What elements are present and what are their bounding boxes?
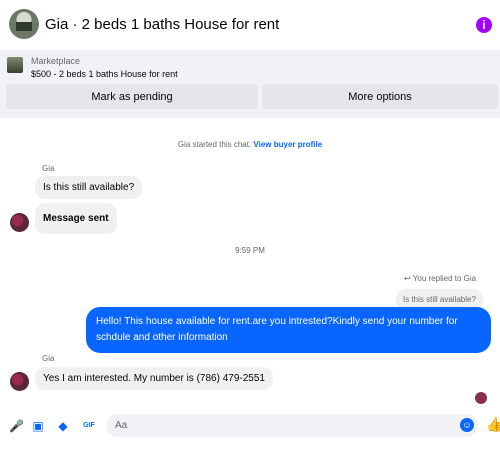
messenger-window: Gia · 2 beds 1 baths House for rent i Ma… (0, 0, 500, 460)
sender-name: Gia (42, 354, 55, 363)
message-sent-bubble: Message sent (35, 203, 117, 234)
marketplace-thumbnail (7, 57, 23, 73)
outgoing-line: Hello! This house available for rent.are… (96, 316, 458, 327)
listing-title: $500 - 2 beds 1 baths House for rent (31, 69, 178, 79)
gif-icon[interactable]: GIF (81, 419, 97, 433)
system-message: Gia started this chat. View buyer profil… (177, 140, 323, 149)
sender-name: Gia (42, 164, 55, 173)
message-placeholder: Aa (115, 420, 128, 431)
chat-header: Gia · 2 beds 1 baths House for rent i (0, 0, 500, 51)
chat-thread (0, 118, 500, 408)
marketplace-label: Marketplace (31, 56, 81, 66)
outgoing-message: Hello! This house available for rent.are… (86, 307, 491, 353)
user-avatar (10, 372, 29, 391)
sticker-icon[interactable]: ◆ (56, 419, 70, 433)
user-avatar (10, 213, 29, 232)
like-icon[interactable]: 👍 (486, 417, 500, 431)
microphone-icon[interactable]: 🎤 (9, 419, 24, 433)
read-receipt-avatar (475, 392, 487, 404)
incoming-message: Is this still available? (35, 176, 143, 199)
outgoing-line: schdule and other information (96, 332, 228, 343)
message-input[interactable] (106, 414, 478, 437)
view-buyer-profile-link[interactable]: View buyer profile (253, 140, 322, 149)
timestamp: 9:59 PM (235, 246, 265, 255)
mark-pending-button[interactable]: Mark as pending (6, 84, 258, 109)
incoming-message: Yes I am interested. My number is (786) … (35, 367, 273, 390)
emoji-icon[interactable]: ☺ (460, 418, 474, 432)
reply-note: ↩ You replied to Gia (404, 274, 477, 283)
house-avatar (9, 9, 39, 39)
chat-title: Gia · 2 beds 1 baths House for rent (45, 16, 280, 33)
info-icon[interactable]: i (476, 17, 492, 33)
image-icon[interactable]: ▣ (31, 419, 45, 433)
more-options-button[interactable]: More options (262, 84, 498, 109)
